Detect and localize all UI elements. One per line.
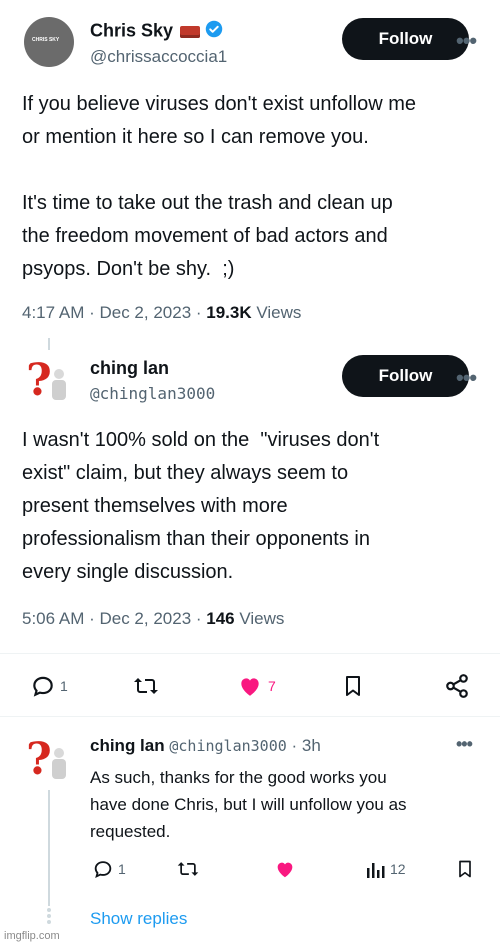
follow-button[interactable]: Follow <box>342 355 469 397</box>
views-count: 12 <box>390 861 406 877</box>
views-button[interactable]: 12 <box>366 858 406 880</box>
author-name[interactable]: ching lan <box>90 358 169 379</box>
reply-icon <box>33 676 53 697</box>
more-options-icon[interactable]: ••• <box>456 734 473 755</box>
tweet-text: If you believe viruses don't exist unfol… <box>22 93 417 280</box>
reply-age[interactable]: · 3h <box>292 736 321 755</box>
tweet-text: I wasn't 100% sold on the "viruses don't… <box>22 429 380 583</box>
share-button[interactable] <box>444 673 470 699</box>
thread-line <box>48 790 50 906</box>
figure-body <box>52 380 66 400</box>
reply-button[interactable]: 1 <box>30 673 68 699</box>
analytics-icon <box>367 863 385 878</box>
heart-filled-icon <box>277 862 293 878</box>
tweet-timestamp[interactable]: 4:17 AM · Dec 2, 2023 · <box>22 303 206 322</box>
show-replies-link[interactable]: Show replies <box>90 909 187 929</box>
like-button[interactable]: 7 <box>236 673 276 699</box>
thread-dots <box>46 906 52 926</box>
avatar-ching-lan[interactable]: ? <box>24 734 74 784</box>
views-label: Views <box>251 303 302 322</box>
retweet-icon <box>177 862 199 876</box>
figure-icon <box>54 748 64 758</box>
watermark: imgflip.com <box>4 930 60 942</box>
tweet-meta: 4:17 AM · Dec 2, 2023 · 19.3K Views <box>22 303 301 323</box>
verified-badge-icon <box>205 20 223 43</box>
tweet-timestamp[interactable]: 5:06 AM · Dec 2, 2023 · <box>22 609 206 628</box>
avatar-ching-lan[interactable]: ? <box>24 355 74 405</box>
author-name[interactable]: ching lan <box>90 736 165 755</box>
author-name-text: Chris Sky <box>90 20 174 41</box>
avatar-chris-sky[interactable]: CHRIS SKY <box>24 17 74 67</box>
follow-button[interactable]: Follow <box>342 18 469 60</box>
divider <box>0 716 500 717</box>
divider <box>0 653 500 654</box>
share-icon <box>446 674 468 698</box>
reply-button[interactable]: 1 <box>92 858 126 880</box>
figure-icon <box>54 369 64 379</box>
bookmark-button[interactable] <box>341 673 365 699</box>
question-mark-icon: ? <box>26 355 52 405</box>
like-button[interactable] <box>273 858 297 880</box>
more-options-icon[interactable]: ••• <box>456 365 477 391</box>
views-count: 146 <box>206 609 235 628</box>
avatar-caption: CHRIS SKY <box>32 37 60 43</box>
author-handle[interactable]: @chinglan3000 <box>90 384 215 403</box>
heart-filled-icon <box>241 678 259 696</box>
reply-icon <box>94 861 112 878</box>
retweet-icon <box>134 678 158 694</box>
reply-text: As such, thanks for the good works you h… <box>90 768 407 841</box>
bookmark-button[interactable] <box>455 858 475 880</box>
reply-header: ching lan @chinglan3000 · 3h <box>90 736 321 756</box>
tweet-meta: 5:06 AM · Dec 2, 2023 · 146 Views <box>22 609 284 629</box>
brick-emoji-icon <box>180 25 201 38</box>
views-label: Views <box>234 609 285 628</box>
reply-count: 1 <box>118 861 126 877</box>
retweet-button[interactable] <box>176 858 200 880</box>
bookmark-icon <box>459 860 471 878</box>
author-name[interactable]: Chris Sky <box>90 20 223 43</box>
views-count: 19.3K <box>206 303 252 322</box>
figure-body <box>52 759 66 779</box>
question-mark-icon: ? <box>26 734 52 784</box>
like-count: 7 <box>268 678 276 694</box>
retweet-button[interactable] <box>132 673 160 699</box>
thread-line <box>48 338 50 350</box>
reply-count: 1 <box>60 678 68 694</box>
more-options-icon[interactable]: ••• <box>456 28 477 54</box>
author-handle[interactable]: @chrissaccoccia1 <box>90 47 227 67</box>
author-handle[interactable]: @chinglan3000 <box>169 737 286 755</box>
bookmark-icon <box>346 676 360 696</box>
